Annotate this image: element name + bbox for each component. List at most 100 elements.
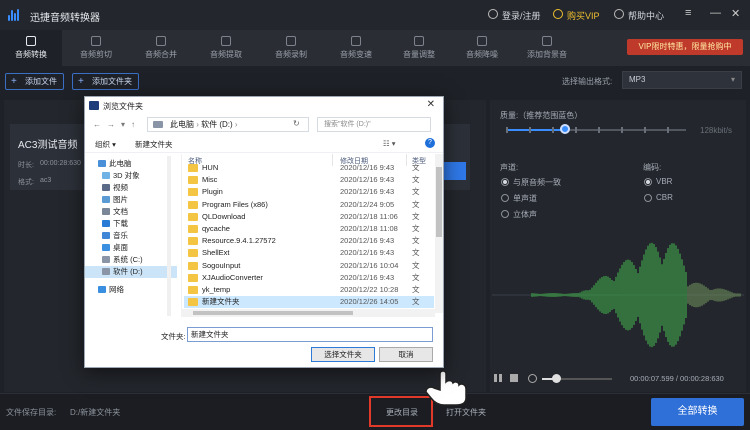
refresh-icon[interactable]: ↻ (293, 119, 300, 128)
organize-menu[interactable]: 组织 ▾ (95, 139, 116, 150)
address-bar[interactable]: 此电脑 › 软件 (D:) › (147, 117, 309, 132)
pause-icon[interactable] (494, 374, 502, 382)
table-row[interactable]: QLDownload 2020/12/18 11:06 文 (184, 211, 434, 223)
folder-name-input[interactable]: 新建文件夹 (187, 327, 433, 342)
tab-audio-speed[interactable]: 音频变速 (325, 30, 387, 66)
quality-slider-knob[interactable] (560, 124, 570, 134)
encoding-radio-vbr[interactable] (644, 178, 652, 186)
help-icon[interactable]: ? (425, 138, 435, 148)
video-icon (102, 184, 110, 191)
nav-item[interactable]: 软件 (D:) (85, 266, 177, 278)
tab-volume-adjust[interactable]: 音量调整 (388, 30, 450, 66)
channel-radio-mono[interactable] (501, 194, 509, 202)
nav-item[interactable]: 音乐 (85, 230, 177, 242)
music-note-icon (542, 36, 552, 46)
tab-audio-merge[interactable]: 音频合并 (130, 30, 192, 66)
output-format-select[interactable]: MP3 (622, 71, 742, 89)
vip-promo-banner[interactable]: VIP限时特惠，限量抢购中 (627, 39, 743, 55)
table-row[interactable]: yk_temp 2020/12/22 10:28 文 (184, 284, 434, 296)
buy-vip-link[interactable]: 购买VIP (567, 9, 600, 22)
table-row[interactable]: Resource.9.4.1.27572 2020/12/16 9:43 文 (184, 235, 434, 247)
nav-item[interactable]: 此电脑 (85, 158, 177, 170)
table-row[interactable]: 新建文件夹 2020/12/26 14:05 文 (184, 296, 434, 309)
nav-item[interactable]: 网络 (85, 284, 177, 296)
file-type: 文 (412, 175, 420, 185)
convert-all-button[interactable]: 全部转换 (651, 398, 744, 426)
nav-item[interactable]: 桌面 (85, 242, 177, 254)
cancel-button[interactable]: 取消 (379, 347, 433, 362)
3d-objects-icon (102, 172, 110, 179)
breadcrumb-item[interactable]: 此电脑 (170, 120, 194, 129)
table-row[interactable]: XJAudioConverter 2020/12/16 9:43 文 (184, 272, 434, 284)
search-input[interactable]: 搜索"软件 (D:)" (317, 117, 431, 132)
add-file-button[interactable]: 添加文件 (5, 73, 64, 90)
vip-icon[interactable] (553, 9, 563, 19)
file-date: 2020/12/16 9:43 (340, 163, 395, 172)
channel-radio-stereo[interactable] (501, 210, 509, 218)
nav-item-label: 视频 (113, 183, 128, 192)
nav-item[interactable]: 3D 对象 (85, 170, 177, 182)
menu-icon[interactable]: ≡ (685, 7, 691, 19)
tab-audio-record[interactable]: 音频录制 (260, 30, 322, 66)
channel-radio-original[interactable] (501, 178, 509, 186)
table-row[interactable]: qycache 2020/12/18 11:08 文 (184, 223, 434, 235)
close-button[interactable]: ✕ (731, 7, 740, 20)
tab-audio-cut[interactable]: 音频剪切 (65, 30, 127, 66)
view-options-icon[interactable]: ☷ ▾ (383, 139, 396, 148)
file-type: 文 (412, 260, 420, 270)
nav-item[interactable]: 图片 (85, 194, 177, 206)
volume-slider-knob[interactable] (552, 374, 561, 383)
back-arrow-icon[interactable]: ← (93, 120, 101, 129)
browse-folder-dialog: 浏览文件夹 ✕ ← → ▾ ↑ 此电脑 › 软件 (D:) › ↻ 搜索"软件 … (84, 96, 444, 368)
nav-item-label: 图片 (113, 195, 128, 204)
chevron-down-icon[interactable]: ▾ (121, 120, 125, 129)
new-folder-button[interactable]: 新建文件夹 (135, 139, 173, 150)
player-bar: 00:00:07.599 / 00:00:28:630 (490, 368, 746, 390)
tab-audio-extract[interactable]: 音频提取 (195, 30, 257, 66)
help-center-link[interactable]: 帮助中心 (628, 9, 664, 22)
open-folder-button[interactable]: 打开文件夹 (446, 407, 486, 418)
nav-item[interactable]: 视频 (85, 182, 177, 194)
file-type: 文 (412, 248, 420, 258)
horizontal-scrollbar-thumb[interactable] (193, 311, 353, 315)
tab-audio-convert[interactable]: 音频转换 (0, 30, 62, 66)
encoding-radio-cbr[interactable] (644, 194, 652, 202)
minimize-button[interactable]: — (710, 7, 721, 19)
table-row[interactable]: Misc 2020/12/16 9:43 文 (184, 174, 434, 186)
nav-scrollbar[interactable] (167, 156, 171, 316)
table-row[interactable]: HUN 2020/12/16 9:43 文 (184, 162, 434, 174)
file-scrollbar-thumb[interactable] (436, 167, 442, 237)
file-type: 文 (412, 236, 420, 246)
nav-item-label: 此电脑 (109, 159, 132, 168)
forward-arrow-icon[interactable]: → (107, 120, 115, 129)
up-arrow-icon[interactable]: ↑ (131, 120, 135, 129)
add-folder-button[interactable]: 添加文件夹 (72, 73, 139, 90)
speaker-icon[interactable] (528, 374, 537, 383)
table-row[interactable]: ShellExt 2020/12/16 9:43 文 (184, 247, 434, 259)
help-icon[interactable] (614, 9, 624, 19)
nav-item[interactable]: 系统 (C:) (85, 254, 177, 266)
speed-icon (351, 36, 361, 46)
select-folder-button[interactable]: 选择文件夹 (311, 347, 375, 362)
tab-noise-reduce[interactable]: 音频降噪 (451, 30, 513, 66)
table-row[interactable]: SogouInput 2020/12/16 10:04 文 (184, 260, 434, 272)
pointing-hand-icon (425, 370, 467, 406)
nav-item[interactable]: 文档 (85, 206, 177, 218)
nav-item-label: 3D 对象 (113, 171, 140, 180)
file-name: SogouInput (202, 260, 241, 270)
folder-icon (188, 164, 198, 172)
file-list-pane: 名称 修改日期 类型 HUN 2020/12/16 9:43 文 Misc 2020/1… (181, 154, 435, 313)
login-link[interactable]: 登录/注册 (502, 9, 541, 22)
dialog-close-button[interactable]: ✕ (427, 99, 435, 110)
nav-item[interactable]: 下载 (85, 218, 177, 230)
stop-icon[interactable] (510, 374, 518, 382)
file-name: ShellExt (202, 248, 230, 258)
slider-tick (667, 127, 669, 133)
user-icon[interactable] (488, 9, 498, 19)
tab-add-bgm[interactable]: 添加背景音 (516, 30, 578, 66)
table-row[interactable]: Plugin 2020/12/16 9:43 文 (184, 186, 434, 198)
file-type: 文 (412, 187, 420, 197)
breadcrumb-item[interactable]: 软件 (D:) (201, 120, 233, 129)
table-row[interactable]: Program Files (x86) 2020/12/24 9:05 文 (184, 199, 434, 211)
encoding-option-label: CBR (656, 193, 673, 202)
